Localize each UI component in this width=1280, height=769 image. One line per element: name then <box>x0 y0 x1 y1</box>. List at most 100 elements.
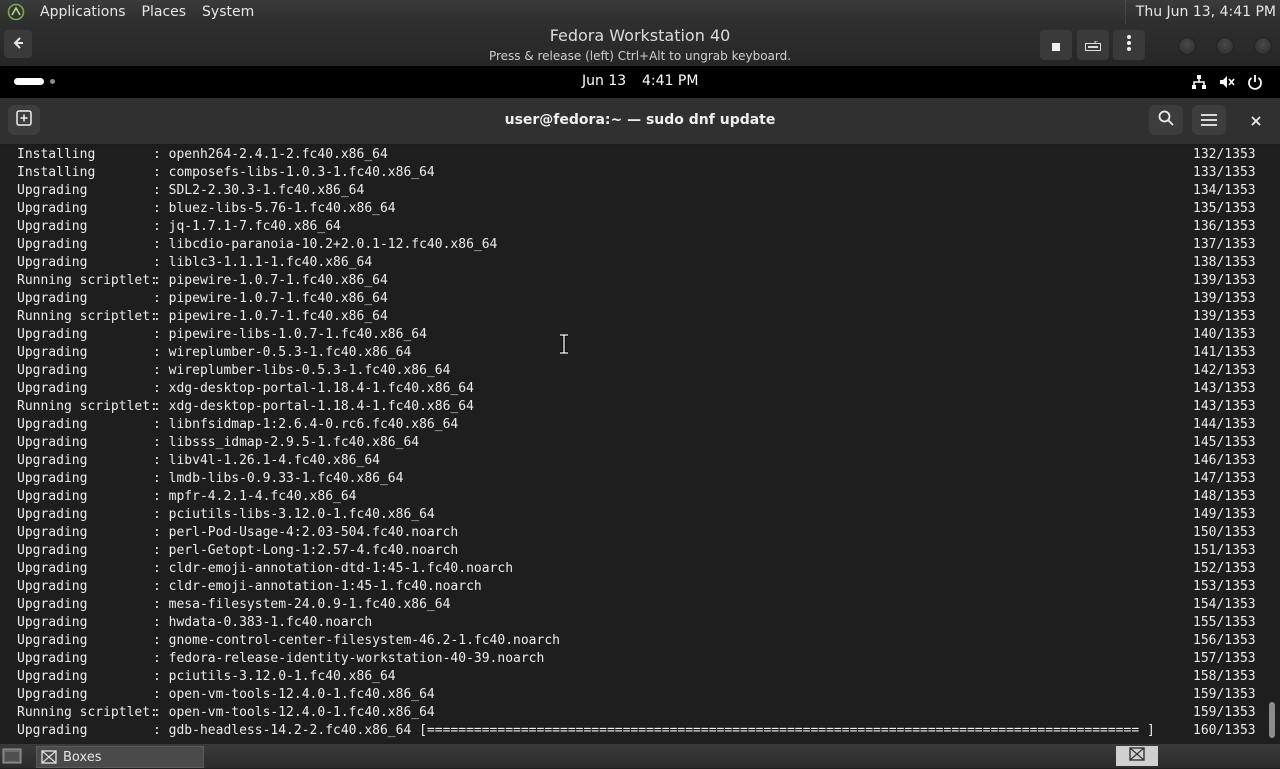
line-separator: : <box>153 489 169 504</box>
terminal-line: Installing: composefs-libs-1.0.3-1.fc40.… <box>17 164 1256 182</box>
workspace-switcher[interactable] <box>1116 746 1158 766</box>
line-package: xdg-desktop-portal-1.18.4-1.fc40.x86_64 <box>168 399 474 414</box>
line-package: open-vm-tools-12.4.0-1.fc40.x86_64 <box>168 705 435 720</box>
line-action: Upgrading <box>17 417 88 432</box>
volume-muted-icon[interactable] <box>1219 74 1235 90</box>
line-action: Upgrading <box>17 255 88 270</box>
send-keys-button[interactable] <box>1040 30 1072 60</box>
line-separator: : <box>153 723 169 738</box>
line-separator: : <box>153 687 169 702</box>
terminal-line: Running scriptlet:: open-vm-tools-12.4.0… <box>17 704 1256 722</box>
line-progress-count: 148/1353 <box>1193 489 1256 504</box>
kebab-menu-icon <box>1127 35 1131 55</box>
line-package: mpfr-4.2.1-4.fc40.x86_64 <box>168 489 357 504</box>
terminal-line: Running scriptlet:: pipewire-1.0.7-1.fc4… <box>17 272 1256 290</box>
show-desktop-icon[interactable] <box>2 747 22 765</box>
line-action: Upgrading <box>17 723 88 738</box>
gnome-time[interactable]: 4:41 PM <box>642 73 698 89</box>
menu-applications[interactable]: Applications <box>32 0 134 24</box>
terminal-line: Upgrading: cldr-emoji-annotation-1:45-1.… <box>17 578 1256 596</box>
mate-logo-icon[interactable] <box>6 2 26 22</box>
line-separator: : <box>153 669 169 684</box>
line-package: open-vm-tools-12.4.0-1.fc40.x86_64 <box>168 687 435 702</box>
terminal-line: Upgrading: cldr-emoji-annotation-dtd-1:4… <box>17 560 1256 578</box>
line-progress-count: 136/1353 <box>1193 219 1256 234</box>
menu-system[interactable]: System <box>194 0 262 24</box>
terminal-line: Upgrading: pciutils-3.12.0-1.fc40.x86_64… <box>17 668 1256 686</box>
line-package: pciutils-libs-3.12.0-1.fc40.x86_64 <box>168 507 435 522</box>
line-package: bluez-libs-5.76-1.fc40.x86_64 <box>168 201 396 216</box>
terminal-scrollbar-thumb[interactable] <box>1269 702 1275 738</box>
workspace-indicator-dot[interactable] <box>50 79 55 84</box>
line-package: fedora-release-identity-workstation-40-3… <box>168 651 545 666</box>
line-separator: : <box>153 165 169 180</box>
line-package: pipewire-libs-1.0.7-1.fc40.x86_64 <box>168 327 427 342</box>
terminal-line: Upgrading: wireplumber-0.5.3-1.fc40.x86_… <box>17 344 1256 362</box>
maximize-button[interactable] <box>1216 37 1234 55</box>
host-clock[interactable]: Thu Jun 13, 4:41 PM <box>1124 0 1276 24</box>
line-progress-count: 142/1353 <box>1193 363 1256 378</box>
terminal-line: Upgrading: lmdb-libs-0.9.33-1.fc40.x86_6… <box>17 470 1256 488</box>
close-icon <box>1251 111 1261 130</box>
taskbar-item-boxes[interactable]: Boxes <box>36 746 204 768</box>
terminal-output[interactable]: Installing: openh264-2.4.1-2.fc40.x86_64… <box>0 145 1280 741</box>
power-icon[interactable] <box>1247 74 1263 90</box>
line-action: Upgrading <box>17 489 88 504</box>
line-separator: : <box>153 633 169 648</box>
line-separator: : <box>153 291 169 306</box>
network-icon[interactable] <box>1191 74 1207 90</box>
line-separator: : <box>153 435 169 450</box>
terminal-line: Upgrading: pipewire-1.0.7-1.fc40.x86_64 1… <box>17 290 1256 308</box>
line-separator: : <box>153 273 169 288</box>
text-cursor-icon <box>558 333 570 355</box>
minimize-button[interactable] <box>1178 37 1196 55</box>
host-top-panel: Applications Places System Thu Jun 13, 4… <box>0 0 1280 24</box>
line-separator: : <box>153 507 169 522</box>
line-progress-count: 139/1353 <box>1193 291 1256 306</box>
line-package: gnome-control-center-filesystem-46.2-1.f… <box>168 633 560 648</box>
menu-places[interactable]: Places <box>134 0 195 24</box>
line-package: perl-Getopt-Long-1:2.57-4.fc40.noarch <box>168 543 459 558</box>
boxes-headerbar: Fedora Workstation 40 Press & release (l… <box>0 24 1280 67</box>
line-package: xdg-desktop-portal-1.18.4-1.fc40.x86_64 <box>168 381 474 396</box>
line-separator: : <box>153 615 169 630</box>
line-progress-count: 135/1353 <box>1193 201 1256 216</box>
search-button[interactable] <box>1149 105 1183 135</box>
keyboard-icon <box>1085 36 1101 55</box>
terminal-line: Upgrading: mpfr-4.2.1-4.fc40.x86_64 148/1… <box>17 488 1256 506</box>
terminal-scrollbar[interactable] <box>1266 150 1274 738</box>
line-action: Upgrading <box>17 651 88 666</box>
terminal-line: Upgrading: libcdio-paranoia-10.2+2.0.1-1… <box>17 236 1256 254</box>
line-action: Installing <box>17 147 96 162</box>
line-package: mesa-filesystem-24.0.9-1.fc40.x86_64 <box>168 597 451 612</box>
window-close-button[interactable] <box>1254 37 1272 55</box>
line-action: Upgrading <box>17 291 88 306</box>
more-options-button[interactable] <box>1113 30 1145 60</box>
line-action: Upgrading <box>17 669 88 684</box>
terminal-line: Upgrading: pciutils-libs-3.12.0-1.fc40.x… <box>17 506 1256 524</box>
line-package: cldr-emoji-annotation-1:45-1.fc40.noarch <box>168 579 482 594</box>
line-package: pipewire-1.0.7-1.fc40.x86_64 <box>168 273 388 288</box>
keyboard-button[interactable] <box>1077 30 1109 60</box>
workspace-indicator-active[interactable] <box>14 78 44 85</box>
line-action: Upgrading <box>17 183 88 198</box>
line-progress-count: 160/1353 <box>1193 723 1256 738</box>
line-separator: : <box>153 705 169 720</box>
line-package: composefs-libs-1.0.3-1.fc40.x86_64 <box>168 165 435 180</box>
line-separator: : <box>153 147 169 162</box>
line-action: Upgrading <box>17 525 88 540</box>
line-progress-count: 159/1353 <box>1193 705 1256 720</box>
terminal-close-button[interactable] <box>1246 110 1266 130</box>
line-package: pipewire-1.0.7-1.fc40.x86_64 <box>168 291 388 306</box>
line-action: Upgrading <box>17 453 88 468</box>
line-action: Upgrading <box>17 687 88 702</box>
line-separator: : <box>153 237 169 252</box>
line-progress-count: 144/1353 <box>1193 417 1256 432</box>
line-progress-count: 154/1353 <box>1193 597 1256 612</box>
line-package: libnfsidmap-1:2.6.4-0.rc6.fc40.x86_64 <box>168 417 459 432</box>
menu-button[interactable] <box>1192 105 1226 135</box>
line-progress-count: 141/1353 <box>1193 345 1256 360</box>
gnome-date[interactable]: Jun 13 <box>582 73 626 89</box>
line-separator: : <box>153 561 169 576</box>
line-progress-count: 146/1353 <box>1193 453 1256 468</box>
